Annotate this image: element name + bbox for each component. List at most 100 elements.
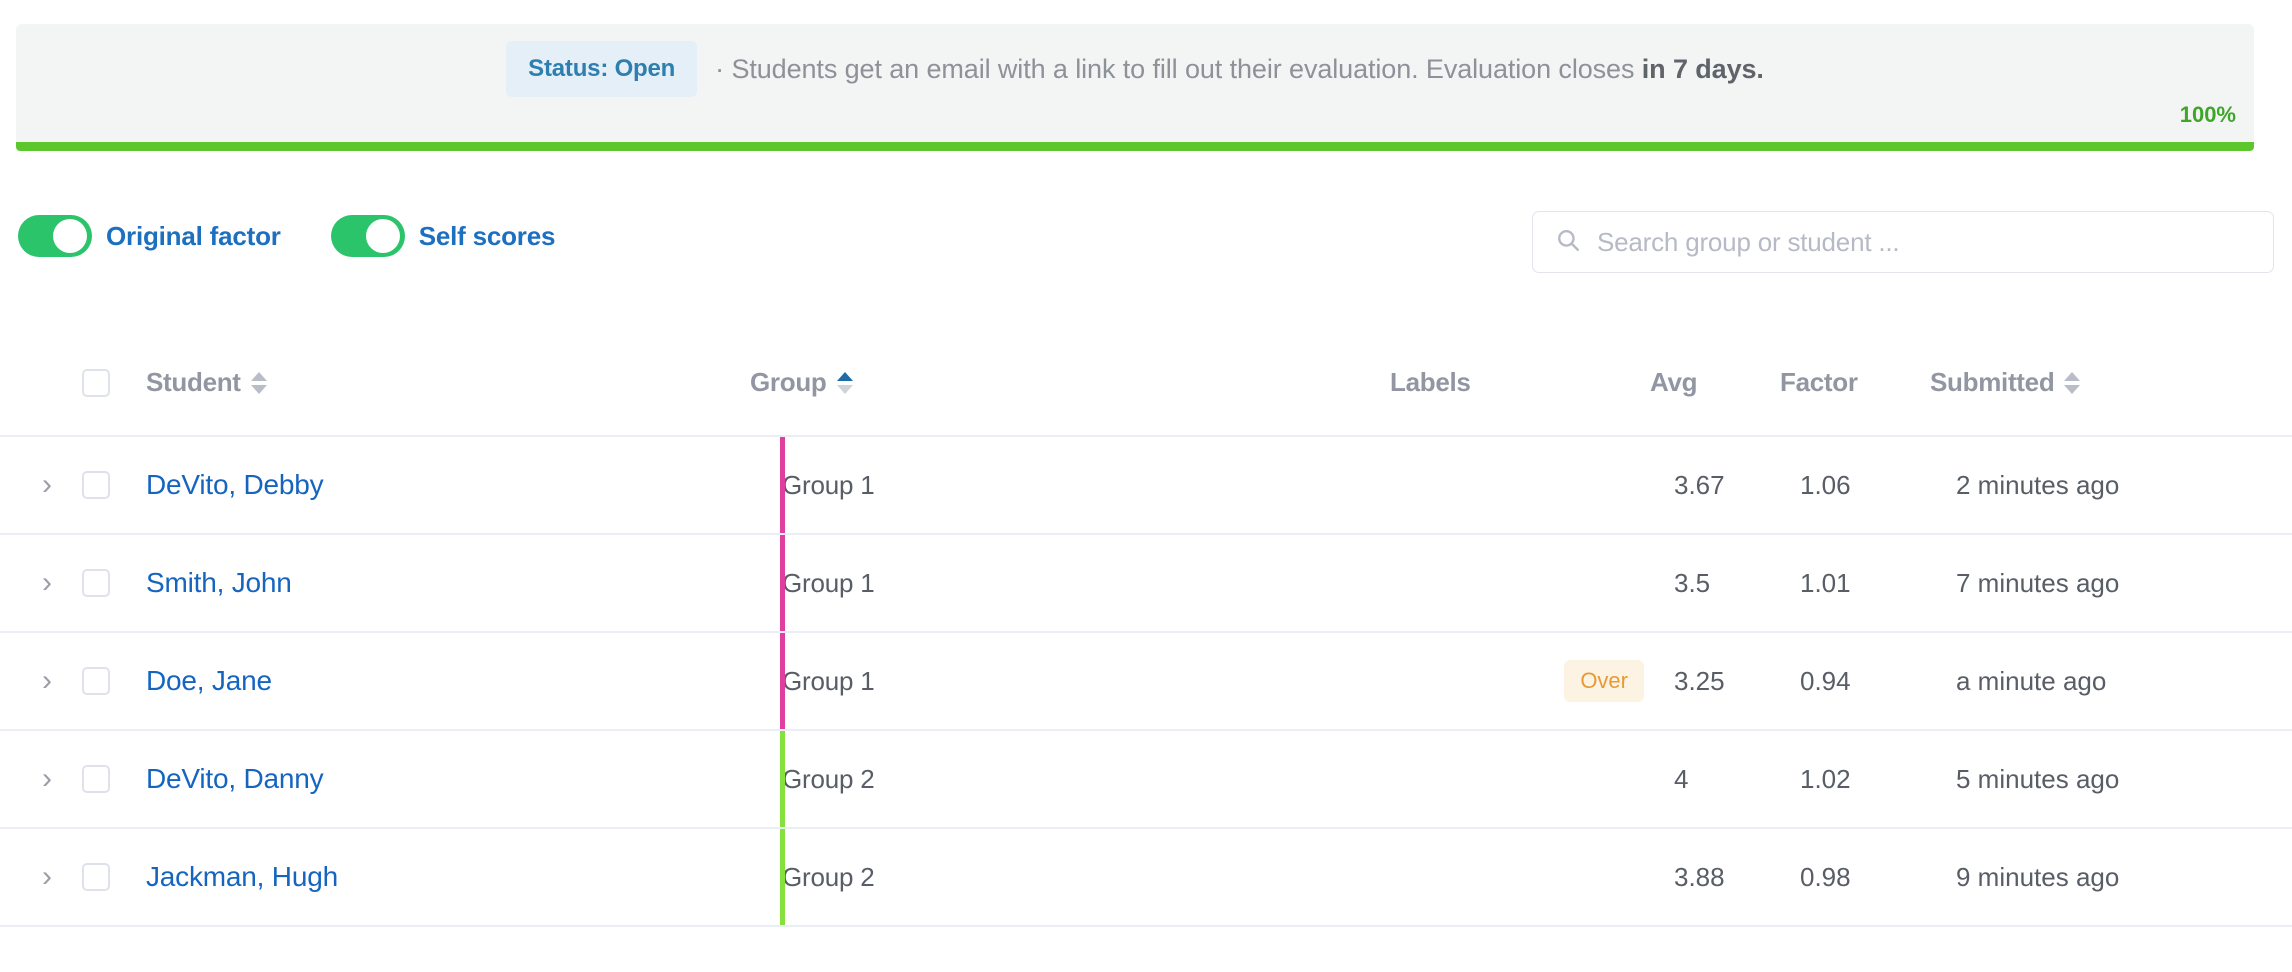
- toggle-self-scores[interactable]: Self scores: [330, 215, 555, 257]
- row-group-cell: Group 1: [750, 470, 1390, 501]
- chevron-right-icon[interactable]: ›: [42, 666, 52, 696]
- toggle-switch-icon[interactable]: [330, 215, 405, 257]
- sort-icon: [2064, 370, 2081, 396]
- row-labels-cell: Over: [1390, 660, 1650, 702]
- select-all-checkbox[interactable]: [82, 368, 110, 397]
- row-avg-cell: 3.25: [1650, 666, 1780, 697]
- row-expand-cell[interactable]: ›: [22, 470, 72, 500]
- row-student-cell: DeVito, Danny: [120, 763, 750, 795]
- toggle-knob: [53, 219, 87, 253]
- row-checkbox[interactable]: [82, 863, 110, 891]
- row-avg-cell: 3.5: [1650, 568, 1780, 599]
- student-link[interactable]: Doe, Jane: [146, 665, 272, 696]
- group-name: Group 1: [782, 665, 875, 696]
- header-label-student: Student: [146, 367, 241, 397]
- submitted-value: 5 minutes ago: [1956, 763, 2120, 794]
- avg-value: 3.88: [1674, 861, 1725, 892]
- row-checkbox[interactable]: [82, 765, 110, 793]
- toggle-switch-icon[interactable]: [18, 215, 92, 257]
- banner-message: · Students get an email with a link to f…: [715, 54, 1764, 85]
- header-cell-group: Group: [750, 367, 1390, 398]
- row-student-cell: DeVito, Debby: [120, 469, 750, 501]
- row-submitted-cell: 5 minutes ago: [1930, 764, 2292, 795]
- row-select-cell: [72, 667, 120, 695]
- row-expand-cell[interactable]: ›: [22, 568, 72, 598]
- avg-value: 4: [1674, 763, 1689, 794]
- factor-value: 1.06: [1800, 469, 1851, 500]
- toggle-original-factor[interactable]: Original factor: [18, 215, 281, 257]
- row-student-cell: Smith, John: [120, 567, 750, 599]
- chevron-right-icon[interactable]: ›: [42, 862, 52, 892]
- group-color-bar: [780, 437, 785, 533]
- student-link[interactable]: Jackman, Hugh: [146, 861, 338, 892]
- table-row[interactable]: › Jackman, Hugh Group 2 3.88 0.98 9 minutes a…: [0, 829, 2292, 927]
- submitted-value: a minute ago: [1956, 665, 2107, 696]
- group-name: Group 2: [782, 861, 875, 892]
- students-table: Student Group Labels Avg Factor Submitte…: [0, 330, 2292, 927]
- row-submitted-cell: 2 minutes ago: [1930, 470, 2292, 501]
- row-select-cell: [72, 471, 120, 499]
- row-checkbox[interactable]: [82, 471, 110, 499]
- row-expand-cell[interactable]: ›: [22, 764, 72, 794]
- header-cell-student: Student: [120, 367, 750, 398]
- row-group-cell: Group 1: [750, 666, 1390, 697]
- row-submitted-cell: 7 minutes ago: [1930, 568, 2292, 599]
- group-color-bar: [780, 829, 785, 925]
- row-checkbox[interactable]: [82, 667, 110, 695]
- row-expand-cell[interactable]: ›: [22, 862, 72, 892]
- row-checkbox[interactable]: [82, 569, 110, 597]
- row-factor-cell: 0.98: [1780, 862, 1930, 893]
- progress-percent-label: 100%: [2179, 102, 2236, 127]
- banner-message-strong: in 7 days.: [1641, 53, 1764, 84]
- row-select-cell: [72, 863, 120, 891]
- table-row[interactable]: › DeVito, Debby Group 1 3.67 1.06 2 minutes a…: [0, 437, 2292, 535]
- search-icon: [1555, 227, 1581, 258]
- table-row[interactable]: › Smith, John Group 1 3.5 1.01 7 minutes ago: [0, 535, 2292, 633]
- student-link[interactable]: DeVito, Debby: [146, 469, 324, 500]
- factor-value: 0.94: [1800, 665, 1851, 696]
- avg-value: 3.5: [1674, 567, 1711, 598]
- header-cell-labels: Labels: [1390, 367, 1650, 398]
- group-name: Group 1: [782, 469, 875, 500]
- row-label-badge: Over: [1564, 660, 1644, 702]
- row-avg-cell: 4: [1650, 764, 1780, 795]
- sort-icon: [250, 370, 267, 396]
- row-factor-cell: 1.01: [1780, 568, 1930, 599]
- sort-student-button[interactable]: Student: [146, 367, 750, 398]
- header-label-factor: Factor: [1780, 367, 1858, 397]
- header-cell-submitted: Submitted: [1930, 367, 2292, 398]
- factor-value: 1.01: [1800, 567, 1851, 598]
- toggle-original-factor-label: Original factor: [106, 220, 281, 251]
- factor-value: 1.02: [1800, 763, 1851, 794]
- progress-bar-track: [16, 142, 2254, 151]
- row-avg-cell: 3.67: [1650, 470, 1780, 501]
- row-expand-cell[interactable]: ›: [22, 666, 72, 696]
- chevron-right-icon[interactable]: ›: [42, 568, 52, 598]
- group-name: Group 1: [782, 567, 875, 598]
- group-color-bar: [780, 731, 785, 827]
- row-submitted-cell: a minute ago: [1930, 666, 2292, 697]
- progress-bar-fill: [16, 142, 2254, 151]
- search-box[interactable]: [1532, 211, 2274, 273]
- chevron-right-icon[interactable]: ›: [42, 470, 52, 500]
- header-cell-avg: Avg: [1650, 367, 1780, 398]
- student-link[interactable]: DeVito, Danny: [146, 763, 324, 794]
- header-label-submitted: Submitted: [1930, 367, 2055, 397]
- banner-separator: ·: [715, 53, 725, 84]
- group-name: Group 2: [782, 763, 875, 794]
- status-badge[interactable]: Status: Open: [506, 41, 698, 97]
- chevron-right-icon[interactable]: ›: [42, 764, 52, 794]
- toggle-knob: [365, 219, 400, 253]
- sort-group-button[interactable]: Group: [750, 367, 853, 398]
- group-color-bar: [780, 633, 785, 729]
- table-row[interactable]: › DeVito, Danny Group 2 4 1.02 5 minutes ago: [0, 731, 2292, 829]
- sort-submitted-button[interactable]: Submitted: [1930, 367, 2292, 398]
- table-row[interactable]: › Doe, Jane Group 1 Over 3.25 0.94 a minute ag…: [0, 633, 2292, 731]
- header-select-all-cell: [72, 368, 120, 397]
- student-link[interactable]: Smith, John: [146, 567, 292, 598]
- row-group-cell: Group 1: [750, 568, 1390, 599]
- table-toolbar: Original factor Self scores: [0, 205, 2292, 285]
- search-input[interactable]: [1595, 225, 2273, 259]
- header-label-group: Group: [750, 367, 827, 397]
- table-body: › DeVito, Debby Group 1 3.67 1.06 2 minutes a…: [0, 437, 2292, 927]
